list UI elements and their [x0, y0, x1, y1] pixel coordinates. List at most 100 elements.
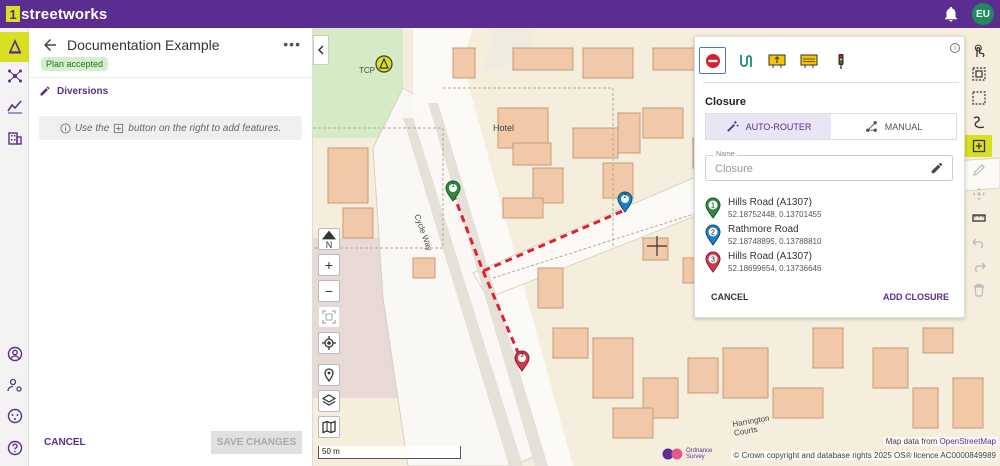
waypoint-item-1[interactable]: 1 Hills Road (A1307) 52.18752448, 0.1370…: [705, 197, 821, 220]
waypoint-pin-icon-3: 3: [705, 251, 721, 273]
basemap-button[interactable]: [318, 416, 340, 438]
traffic-light-icon: [838, 53, 843, 69]
zoom-extent-icon: [322, 310, 336, 324]
manual-option[interactable]: MANUAL: [831, 114, 956, 139]
type-diversion-button[interactable]: [731, 47, 758, 74]
type-works-sign-button[interactable]: [795, 47, 822, 74]
card-title: Closure: [705, 96, 746, 108]
hotel-label: Hotel: [493, 123, 515, 133]
closure-name-field[interactable]: Name Closure: [705, 151, 953, 181]
waypoint-1-name: Hills Road (A1307): [728, 197, 812, 208]
nav-analytics-button[interactable]: [0, 91, 29, 121]
panel-cancel-button[interactable]: CANCEL: [44, 437, 86, 448]
waypoint-marker-3-number: 3: [520, 353, 524, 359]
type-closure-button[interactable]: [699, 47, 726, 74]
edit-name-pencil-icon[interactable]: [930, 161, 944, 175]
logo-text: streetworks: [21, 5, 108, 23]
draw-route-button[interactable]: [965, 111, 992, 133]
map-icon: [322, 420, 336, 434]
nav-network-button[interactable]: [0, 61, 29, 91]
redo-button[interactable]: [965, 255, 992, 277]
box-select-button[interactable]: [965, 87, 992, 109]
warning-cone-icon: [8, 39, 21, 54]
compass-label: N: [325, 240, 333, 250]
notifications-bell-icon[interactable]: [942, 5, 960, 23]
zoom-extent-button[interactable]: [318, 306, 340, 328]
nav-help-button[interactable]: [0, 433, 29, 463]
add-feature-button[interactable]: [965, 135, 992, 157]
zoom-in-button[interactable]: +: [318, 254, 340, 276]
gps-icon: [322, 336, 336, 350]
add-box-icon: [972, 139, 985, 153]
compass-button[interactable]: N: [318, 228, 340, 250]
waypoint-pin-icon-1: 1: [705, 197, 721, 219]
info-icon: [60, 122, 71, 134]
osm-link[interactable]: OpenStreetMap: [940, 437, 996, 446]
add-box-icon: [114, 123, 124, 133]
undo-button[interactable]: [965, 231, 992, 253]
pencil-icon: [972, 164, 985, 176]
edit-feature-button[interactable]: [965, 159, 992, 181]
manual-route-icon: [865, 121, 877, 132]
waypoint-item-3[interactable]: 3 Hills Road (A1307) 52.18699654, 0.1373…: [705, 251, 821, 274]
waypoint-3-name: Hills Road (A1307): [728, 251, 812, 262]
manual-label: MANUAL: [884, 121, 923, 132]
waypoint-1-coords: 52.18752448, 0.13701455: [728, 210, 822, 219]
add-features-hint: Use the button on the right to add featu…: [39, 116, 302, 140]
scale-bar: 50 m: [318, 446, 461, 459]
user-avatar[interactable]: EU: [972, 3, 994, 25]
type-sign-button[interactable]: [763, 47, 790, 74]
magic-wand-icon: [726, 120, 739, 132]
ordnance-survey-logo: Ordnance Survey: [662, 447, 712, 461]
road-sign-icon: [768, 54, 785, 68]
layers-button[interactable]: [318, 390, 340, 412]
name-field-value: Closure: [715, 163, 753, 175]
page-title: Documentation Example: [67, 37, 220, 53]
diversions-label: Diversions: [57, 85, 109, 97]
panel-header: Documentation Example ••• Plan accepted: [29, 28, 313, 78]
svg-text:2: 2: [711, 230, 715, 237]
zoom-out-button[interactable]: −: [318, 280, 340, 302]
waypoint-2-name: Rathmore Road: [728, 224, 799, 235]
diversion-route-icon: [739, 54, 752, 67]
copyright-notice: © Crown copyright and database rights 20…: [731, 451, 998, 460]
move-feature-button[interactable]: [965, 183, 992, 205]
tcp-label: TCP: [359, 66, 375, 75]
place-marker-button[interactable]: [318, 364, 340, 386]
status-badge: Plan accepted: [41, 57, 109, 71]
touch-pointer-icon: [974, 44, 984, 58]
help-icon: [7, 440, 22, 456]
select-feature-button[interactable]: [965, 40, 992, 62]
select-all-icon: [971, 67, 986, 81]
collapse-panel-button[interactable]: [313, 35, 329, 65]
nav-organisation-button[interactable]: [0, 123, 29, 153]
top-bar: 1 streetworks EU: [0, 0, 1000, 28]
back-arrow-icon[interactable]: [41, 36, 59, 54]
card-cancel-button[interactable]: CANCEL: [711, 292, 749, 302]
save-changes-button[interactable]: SAVE CHANGES: [211, 431, 302, 454]
nav-user-settings-button[interactable]: [0, 370, 29, 400]
nav-works-button[interactable]: [0, 32, 29, 62]
right-toolbar: [965, 40, 992, 305]
move-icon: [972, 188, 985, 200]
nav-support-button[interactable]: [0, 401, 29, 431]
delete-button[interactable]: [965, 279, 992, 301]
app-logo[interactable]: 1 streetworks: [6, 6, 107, 23]
auto-router-option[interactable]: AUTO-ROUTER: [706, 114, 831, 139]
measure-button[interactable]: [965, 207, 992, 229]
waypoint-pin-icon-2: 2: [705, 224, 721, 246]
os-logo-icon: [662, 448, 683, 460]
select-all-button[interactable]: [965, 63, 992, 85]
waypoint-marker-2-number: 2: [623, 194, 627, 200]
type-traffic-light-button[interactable]: [827, 47, 854, 74]
building-icon: [7, 132, 22, 145]
nav-account-button[interactable]: [0, 339, 29, 369]
card-info-icon[interactable]: i: [950, 43, 960, 53]
add-closure-button[interactable]: ADD CLOSURE: [883, 292, 949, 302]
works-sign-icon: [800, 54, 817, 68]
more-options-icon[interactable]: •••: [283, 36, 301, 52]
waypoint-item-2[interactable]: 2 Rathmore Road 52.18748895, 0.13788810: [705, 224, 821, 247]
svg-text:3: 3: [711, 257, 715, 264]
diversions-section[interactable]: Diversions: [39, 85, 108, 97]
my-location-button[interactable]: [318, 332, 340, 354]
